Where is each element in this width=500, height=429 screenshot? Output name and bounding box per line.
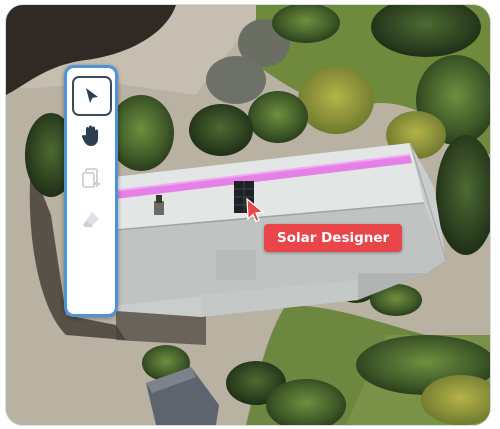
add-shape-button[interactable] bbox=[73, 160, 109, 196]
select-tool-button[interactable] bbox=[72, 76, 112, 116]
hand-pan-icon bbox=[81, 125, 98, 146]
eraser-tool-button[interactable] bbox=[73, 202, 109, 238]
drawing-toolbar bbox=[64, 65, 118, 317]
select-arrow-icon bbox=[86, 88, 98, 103]
solar-designer-tooltip: Solar Designer bbox=[264, 224, 403, 252]
add-layer-icon bbox=[82, 168, 100, 188]
map-frame: Solar Designer bbox=[5, 4, 491, 426]
eraser-icon bbox=[83, 212, 99, 227]
pan-tool-button[interactable] bbox=[73, 118, 109, 154]
cursor-arrow-icon bbox=[246, 197, 265, 223]
